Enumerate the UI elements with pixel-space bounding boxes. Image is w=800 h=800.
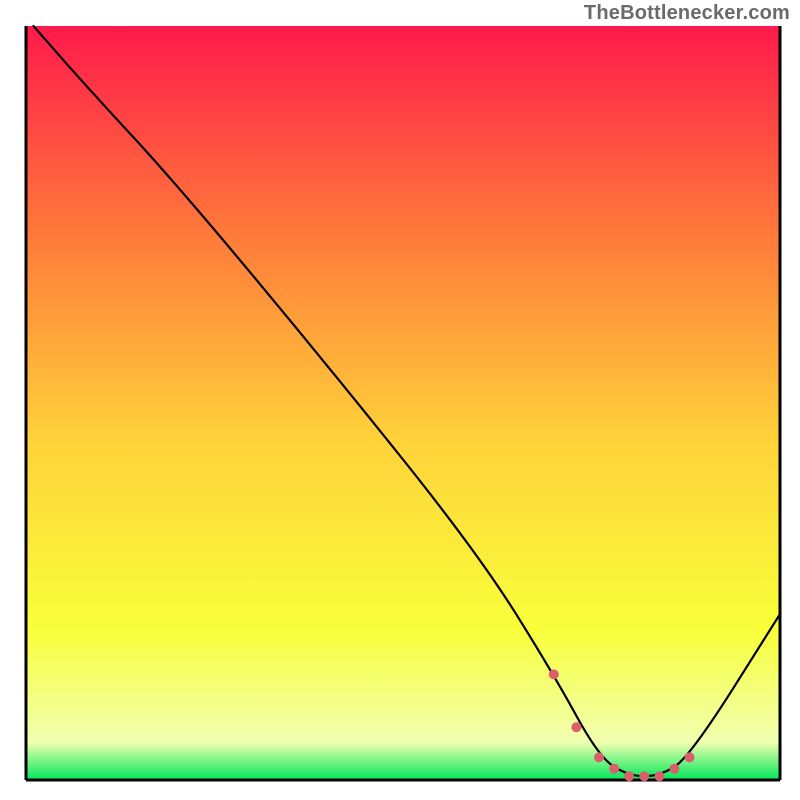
gradient-background <box>26 26 780 780</box>
highlight-dot <box>639 771 649 781</box>
highlight-dot <box>624 771 634 781</box>
highlight-dot <box>669 764 679 774</box>
highlight-dot <box>549 669 559 679</box>
highlight-dot <box>571 722 581 732</box>
highlight-dot <box>654 771 664 781</box>
highlight-dot <box>685 752 695 762</box>
bottleneck-chart <box>0 0 800 800</box>
highlight-dot <box>594 752 604 762</box>
highlight-dot <box>609 764 619 774</box>
